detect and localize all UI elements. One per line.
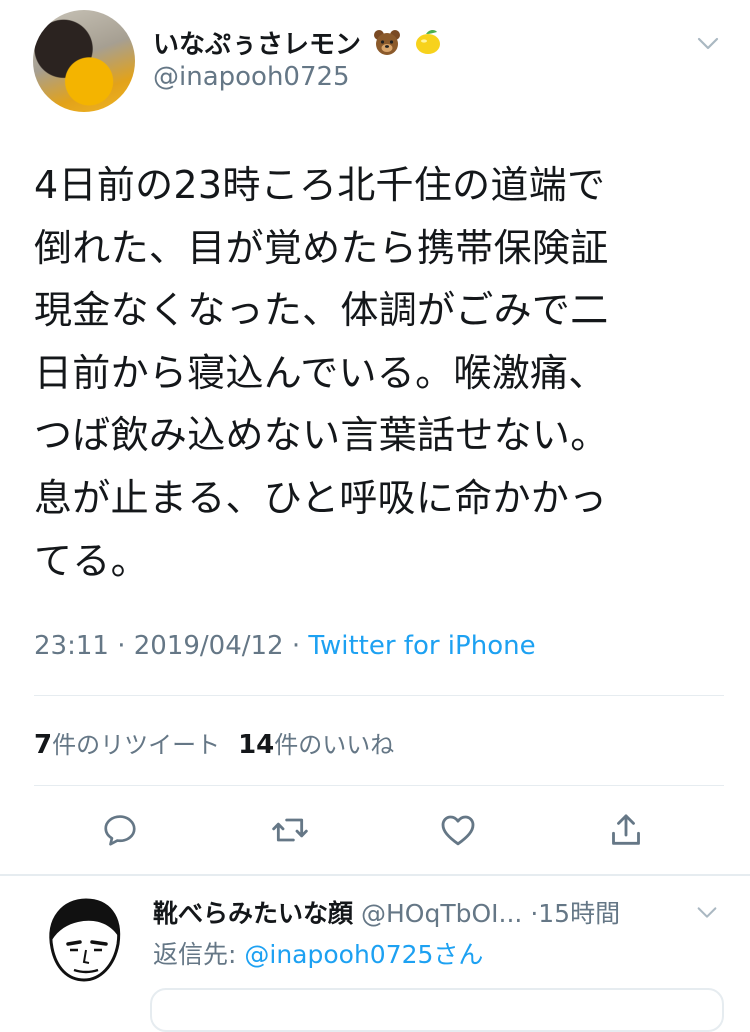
tweet-text-line: 倒れた、目が覚めたら携帯保険証	[34, 225, 609, 270]
reply-to-line: 返信先: @inapooh0725さん	[153, 935, 483, 971]
retweet-button[interactable]	[268, 808, 312, 852]
retweet-count-label: 件のリツイート	[52, 731, 221, 759]
display-name-text: いなぷぅさレモン	[153, 30, 362, 60]
meta-separator: ·	[291, 631, 301, 661]
tweet-text-line: てる。	[34, 538, 149, 583]
reply-icon	[104, 815, 136, 846]
retweet-count-link[interactable]: 7件のリツイート	[34, 730, 221, 760]
chevron-down-icon[interactable]	[694, 30, 722, 58]
tweet-text-line: 息が止まる、ひと呼吸に命かかっ	[34, 475, 608, 520]
retweet-count: 7	[34, 730, 53, 760]
author-avatar[interactable]	[33, 10, 135, 112]
divider	[34, 785, 724, 786]
tweet-text-line: 4日前の23時ころ北千住の道端で	[34, 163, 606, 207]
bear-emoji-icon	[372, 28, 402, 63]
tweet-text-line: つば飲み込めない言葉話せない。	[34, 413, 609, 458]
author-display-name[interactable]: いなぷぅさレモン	[153, 24, 443, 64]
reply-time: 15時間	[538, 899, 621, 928]
tweet-text: 4日前の23時ころ北千住の道端で 倒れた、目が覚めたら携帯保険証 現金なくなった、体…	[34, 154, 724, 592]
reply-author-line[interactable]: 靴べらみたいな顔 @HOqTbOI... ·15時間	[153, 894, 620, 930]
reply-chevron-down-icon[interactable]	[694, 900, 720, 926]
like-icon	[441, 815, 475, 846]
reply-display-name: 靴べらみたいな顔	[153, 899, 354, 928]
tweet-meta: 23:11 · 2019/04/12 · Twitter for iPhone	[34, 631, 536, 661]
like-count: 14	[238, 730, 275, 760]
share-icon	[612, 814, 640, 845]
tweet-text-line: 日前から寝込んでいる。喉激痛、	[34, 350, 607, 395]
reply-to-label: 返信先:	[153, 940, 237, 969]
section-separator	[0, 874, 750, 876]
tweet-stats: 7件のリツイート 14件のいいね	[34, 725, 394, 760]
lemon-emoji-icon	[413, 27, 443, 64]
reply-to-mention[interactable]: @inapooh0725さん	[244, 940, 483, 969]
tweet-text-line: 現金なくなった、体調がごみで二	[34, 288, 609, 333]
like-button[interactable]	[436, 808, 480, 852]
tweet-time: 23:11	[34, 631, 109, 661]
meta-separator: ·	[117, 631, 126, 661]
retweet-icon	[272, 818, 308, 842]
share-button[interactable]	[604, 808, 648, 852]
reply-button[interactable]	[98, 808, 142, 852]
author-handle[interactable]: @inapooh0725	[153, 62, 350, 92]
tweet-date: 2019/04/12	[133, 631, 284, 661]
reply-card[interactable]	[150, 988, 724, 1032]
tweet-source-link[interactable]: Twitter for iPhone	[308, 631, 535, 661]
like-count-link[interactable]: 14件のいいね	[238, 730, 395, 760]
like-count-label: 件のいいね	[274, 731, 395, 759]
reply-author-avatar[interactable]	[34, 888, 136, 990]
divider	[34, 695, 724, 696]
reply-handle: @HOqTbOI...	[360, 899, 523, 928]
